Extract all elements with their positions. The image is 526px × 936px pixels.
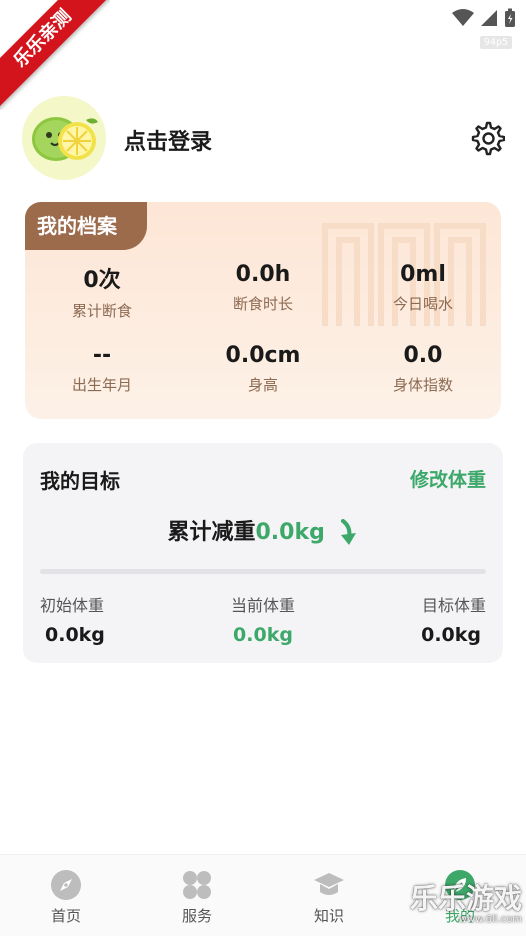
lemon-avatar-icon <box>22 96 106 180</box>
stat-label: 身体指数 <box>392 376 453 394</box>
nav-item-knowledge[interactable]: 知识 <box>289 869 369 926</box>
nav-label: 服务 <box>181 907 212 925</box>
current-weight-value: 0.0kg <box>233 624 293 646</box>
ribbon-label: 乐乐亲测 <box>0 0 110 110</box>
stat-value: 0次 <box>83 268 121 293</box>
stat-value: -- <box>92 343 112 368</box>
profile-card-title: 我的档案 <box>25 202 147 250</box>
weight-loss-value: 0.0kg <box>255 520 325 545</box>
weight-loss-summary: 累计减重0.0kg <box>23 514 503 547</box>
nav-item-services[interactable]: 服务 <box>157 869 237 926</box>
target-weight-value: 0.0kg <box>421 624 481 646</box>
nav-label: 首页 <box>50 907 81 925</box>
fps-counter: 94p5 <box>479 36 512 49</box>
stat-label: 今日喝水 <box>392 295 453 313</box>
settings-button[interactable] <box>466 117 508 159</box>
graduation-cap-icon <box>313 869 345 901</box>
target-weight-label: 目标体重 <box>421 596 486 615</box>
compass-icon <box>50 869 82 901</box>
target-weight: 目标体重 0.0kg <box>421 592 486 646</box>
nav-item-home[interactable]: 首页 <box>26 869 106 926</box>
edit-weight-button[interactable]: 修改体重 <box>410 465 486 492</box>
goal-progress-track <box>40 569 486 574</box>
status-icons <box>452 8 516 28</box>
initial-weight: 初始体重 0.0kg <box>40 592 105 646</box>
stat-label: 断食时长 <box>232 295 293 313</box>
stat-label: 累计断食 <box>71 302 132 320</box>
stat-fasting-count[interactable]: 0次 累计断食 <box>27 262 177 321</box>
stat-fasting-duration[interactable]: 0.0h 断食时长 <box>188 262 338 314</box>
goal-title: 我的目标 <box>40 469 120 493</box>
weight-loss-label: 累计减重 <box>167 520 256 545</box>
profile-card: 我的档案 0次 累计断食 0.0h 断食时长 0ml 今日喝水 -- 出生年月 … <box>25 202 501 419</box>
down-arrow-icon <box>340 519 356 545</box>
stat-water-today[interactable]: 0ml 今日喝水 <box>348 262 498 314</box>
stat-value: 0.0cm <box>225 343 301 368</box>
login-prompt[interactable]: 点击登录 <box>124 124 212 156</box>
current-weight-label: 当前体重 <box>230 596 295 615</box>
initial-weight-value: 0.0kg <box>45 624 105 646</box>
stat-label: 身高 <box>247 376 278 394</box>
watermark-url: www.6ll.com <box>458 914 522 925</box>
stat-value: 0ml <box>400 262 446 287</box>
corner-ribbon: 乐乐亲测 <box>0 0 110 110</box>
clover-icon <box>181 869 213 901</box>
site-watermark: 乐乐游戏 www.6ll.com <box>410 884 522 926</box>
stat-value: 0.0 <box>403 343 443 368</box>
wifi-icon <box>452 9 474 26</box>
nav-label: 知识 <box>313 907 344 925</box>
battery-icon <box>505 8 515 27</box>
goal-card: 我的目标 修改体重 累计减重0.0kg 初始体重 0.0kg 当前体重 0.0k… <box>23 443 503 663</box>
signal-icon <box>481 10 497 26</box>
gear-icon <box>471 121 505 156</box>
stat-birth-date[interactable]: -- 出生年月 <box>27 343 177 395</box>
stat-value: 0.0h <box>235 262 291 287</box>
stat-label: 出生年月 <box>71 376 132 394</box>
initial-weight-label: 初始体重 <box>40 596 105 615</box>
current-weight: 当前体重 0.0kg <box>213 592 313 646</box>
avatar[interactable] <box>22 96 106 180</box>
stat-body-index[interactable]: 0.0 身体指数 <box>348 343 498 395</box>
stat-height[interactable]: 0.0cm 身高 <box>188 343 338 395</box>
watermark-text: 乐乐游戏 <box>409 882 522 915</box>
